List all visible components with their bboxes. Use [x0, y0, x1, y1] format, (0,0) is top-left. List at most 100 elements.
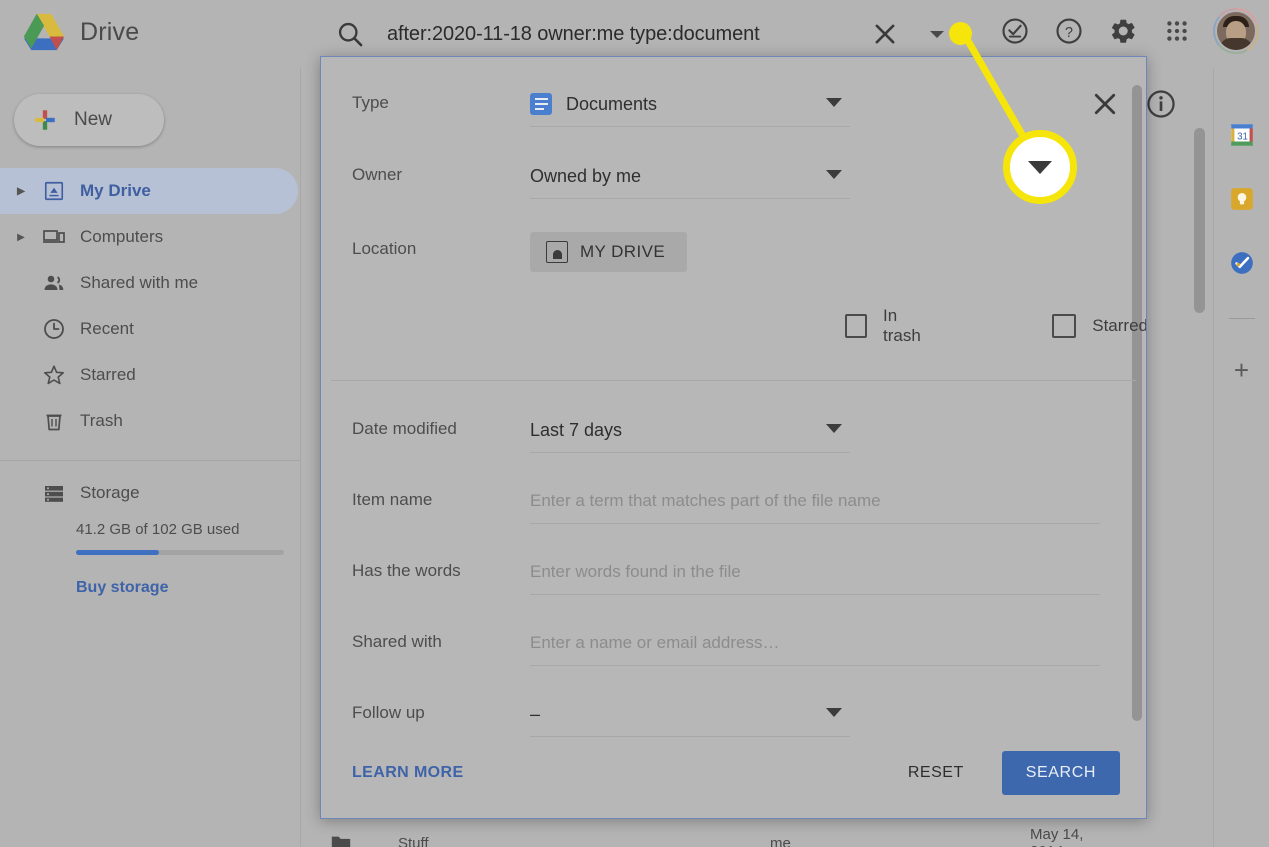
sidebar-item-starred[interactable]: Starred — [0, 352, 298, 398]
storage-progress-fill — [76, 550, 160, 555]
location-chip-label: MY DRIVE — [580, 242, 666, 261]
field-label: Follow up — [352, 703, 425, 722]
search-clear-icon[interactable] — [856, 5, 914, 63]
field-label: Location — [352, 239, 417, 258]
help-icon[interactable]: ? — [1047, 9, 1091, 53]
chevron-down-icon — [826, 170, 842, 179]
date-modified-value: Last 7 days — [530, 419, 623, 440]
field-date-modified: Date modified Last 7 days — [321, 408, 1146, 453]
field-label: Item name — [352, 490, 433, 509]
shared-with-input[interactable]: Enter a name or email address… — [530, 621, 1100, 666]
field-label: Has the words — [352, 561, 461, 580]
field-owner: Owner Owned by me — [321, 154, 1146, 199]
chevron-down-icon — [826, 98, 842, 107]
right-rail: 31 + — [1213, 68, 1269, 847]
follow-up-value: – — [530, 703, 541, 724]
computer-icon — [32, 225, 76, 249]
dialog-footer: LEARN MORE RESET SEARCH — [321, 728, 1146, 818]
shared-with-placeholder: Enter a name or email address… — [530, 633, 780, 652]
owner-select[interactable]: Owned by me — [530, 154, 850, 199]
info-icon[interactable] — [1145, 88, 1177, 120]
apps-grid-icon[interactable] — [1155, 9, 1199, 53]
reset-button[interactable]: RESET — [896, 754, 976, 792]
dialog-checkboxes: In trash Starred — [321, 306, 1147, 346]
item-name-input[interactable]: Enter a term that matches part of the fi… — [530, 479, 1100, 524]
checkbox-starred[interactable]: Starred — [1052, 314, 1147, 338]
tasks-check-icon[interactable] — [993, 9, 1037, 53]
sidebar-nav: ▶ My Drive ▶ Computers Shared with me Re… — [0, 168, 300, 444]
my-drive-icon — [32, 180, 76, 202]
avatar[interactable] — [1213, 8, 1259, 54]
checkbox-label: Starred — [1092, 316, 1147, 335]
field-location: Location MY DRIVE — [321, 228, 1146, 272]
file-name: Stuff — [398, 834, 429, 847]
sidebar-item-storage[interactable]: Storage — [0, 469, 300, 517]
learn-more-link[interactable]: LEARN MORE — [352, 764, 464, 782]
svg-text:31: 31 — [1237, 131, 1248, 142]
app-title: Drive — [80, 17, 140, 46]
rail-divider — [1228, 318, 1255, 319]
expand-triangle-icon[interactable]: ▶ — [10, 232, 32, 243]
expand-triangle-icon[interactable]: ▶ — [10, 186, 32, 197]
avatar-image — [1215, 10, 1257, 52]
google-keep-icon[interactable] — [1229, 186, 1255, 212]
brand[interactable]: Drive — [22, 12, 139, 52]
checkbox-box[interactable] — [845, 314, 868, 338]
field-item-name: Item name Enter a term that matches part… — [321, 479, 1146, 524]
google-drive-window: Drive after:2020-11-18 owner:me type:doc… — [0, 0, 1269, 847]
chevron-down-icon — [826, 424, 842, 433]
google-drive-logo — [24, 13, 64, 51]
google-docs-icon — [530, 93, 552, 115]
dialog-body: Type Documents Owner Owned by me Locatio… — [321, 57, 1147, 737]
search-options-chevron-down-icon[interactable] — [914, 5, 960, 63]
has-the-words-input[interactable]: Enter words found in the file — [530, 550, 1100, 595]
add-addon-button[interactable]: + — [1234, 357, 1249, 383]
header-actions: ? — [993, 8, 1259, 54]
sidebar-item-label: Trash — [80, 411, 123, 430]
sidebar-item-label: Starred — [80, 365, 136, 384]
sidebar-item-label: My Drive — [80, 181, 151, 200]
plus-icon — [35, 110, 55, 130]
field-label: Date modified — [352, 419, 457, 438]
sidebar-item-shared-with-me[interactable]: Shared with me — [0, 260, 298, 306]
field-has-the-words: Has the words Enter words found in the f… — [321, 550, 1146, 595]
google-calendar-icon[interactable]: 31 — [1229, 122, 1255, 148]
trash-icon — [32, 409, 76, 433]
settings-gear-icon[interactable] — [1101, 9, 1145, 53]
search-options-dialog: Type Documents Owner Owned by me Locatio… — [320, 56, 1147, 819]
sidebar-item-label: Recent — [80, 319, 134, 338]
type-select[interactable]: Documents — [530, 82, 850, 127]
clock-icon — [32, 317, 76, 341]
sidebar-divider — [0, 460, 300, 461]
sidebar-item-label: Shared with me — [80, 273, 199, 292]
checkbox-box[interactable] — [1052, 314, 1077, 338]
sidebar-item-label: Computers — [80, 227, 164, 246]
sidebar-item-my-drive[interactable]: ▶ My Drive — [0, 168, 298, 214]
svg-text:?: ? — [1065, 25, 1073, 41]
location-chip-my-drive[interactable]: MY DRIVE — [530, 232, 688, 272]
search-input[interactable]: after:2020-11-18 owner:me type:document — [380, 23, 856, 46]
field-label: Owner — [352, 165, 403, 184]
my-drive-icon — [546, 241, 568, 263]
new-button[interactable]: New — [14, 94, 164, 146]
date-modified-select[interactable]: Last 7 days — [530, 408, 850, 453]
buy-storage-link[interactable]: Buy storage — [76, 579, 300, 597]
google-tasks-icon[interactable] — [1229, 250, 1255, 276]
folder-icon — [331, 836, 351, 847]
page-scrollbar[interactable] — [1194, 128, 1205, 313]
sidebar-item-trash[interactable]: Trash — [0, 398, 298, 444]
field-label: Type — [352, 93, 389, 112]
owner-value: Owned by me — [530, 165, 642, 186]
search-bar[interactable]: after:2020-11-18 owner:me type:document — [320, 5, 960, 63]
has-the-words-placeholder: Enter words found in the file — [530, 562, 741, 581]
sidebar-item-recent[interactable]: Recent — [0, 306, 298, 352]
chevron-down-icon — [826, 708, 842, 717]
search-button[interactable]: SEARCH — [1001, 751, 1120, 795]
sidebar: New ▶ My Drive ▶ Computers Shared with m… — [0, 68, 301, 847]
checkbox-in-trash[interactable]: In trash — [845, 306, 934, 346]
background-file-row[interactable]: Stuff me May 14, 2014 — [330, 826, 1110, 847]
dialog-section-divider — [331, 380, 1136, 381]
sidebar-item-computers[interactable]: ▶ Computers — [0, 214, 298, 260]
storage-icon — [32, 481, 76, 505]
checkbox-label: In trash — [883, 306, 921, 345]
